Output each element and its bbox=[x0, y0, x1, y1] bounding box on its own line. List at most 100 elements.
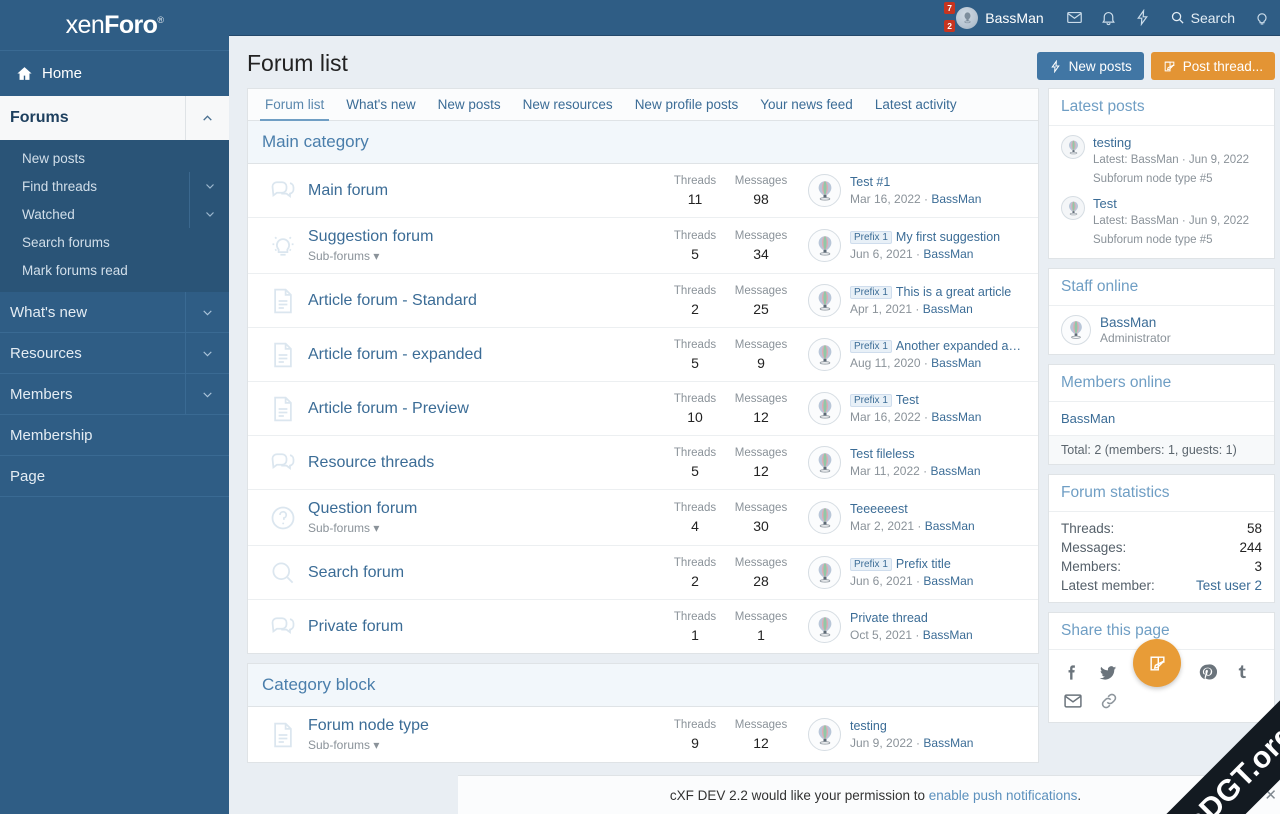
sidebar-item-find-threads[interactable]: Find threads bbox=[0, 172, 229, 200]
last-post-title[interactable]: Private thread bbox=[850, 611, 973, 625]
avatar[interactable] bbox=[808, 501, 841, 534]
email-icon[interactable] bbox=[1063, 691, 1083, 711]
link-icon[interactable] bbox=[1099, 691, 1119, 711]
tab-latest-activity[interactable]: Latest activity bbox=[864, 89, 968, 120]
twitter-icon[interactable] bbox=[1098, 663, 1118, 683]
new-posts-button[interactable]: New posts bbox=[1036, 52, 1144, 80]
search-button[interactable]: Search bbox=[1160, 10, 1245, 26]
avatar[interactable] bbox=[808, 718, 841, 751]
last-post-author[interactable]: BassMan bbox=[923, 302, 973, 316]
floating-compose-button[interactable] bbox=[1133, 639, 1181, 687]
facebook-icon[interactable] bbox=[1063, 663, 1082, 682]
bolt-icon[interactable] bbox=[1126, 0, 1160, 36]
sidebar-item-home[interactable]: Home bbox=[0, 50, 229, 96]
sidebar-item-page[interactable]: Page bbox=[0, 456, 229, 497]
forum-title-link[interactable]: Article forum - Standard bbox=[308, 292, 662, 310]
sidebar-section-forums[interactable]: Forums bbox=[0, 96, 229, 140]
lightbulb-icon[interactable] bbox=[1245, 0, 1279, 36]
avatar[interactable] bbox=[808, 174, 841, 207]
post-thread-button[interactable]: Post thread... bbox=[1150, 52, 1275, 80]
thread-prefix-badge[interactable]: Prefix 1 bbox=[850, 340, 892, 353]
forum-row[interactable]: Article forum - expanded Threads 5 Messages… bbox=[248, 328, 1038, 382]
last-post-author[interactable]: BassMan bbox=[923, 247, 973, 261]
forum-row[interactable]: Article forum - Preview Threads 10 Messages… bbox=[248, 382, 1038, 436]
latest-member-link[interactable]: Test user 2 bbox=[1196, 578, 1262, 593]
category-title[interactable]: Category block bbox=[248, 663, 1038, 707]
forum-title-link[interactable]: Main forum bbox=[308, 182, 662, 200]
chevron-down-icon[interactable] bbox=[185, 373, 229, 415]
close-icon[interactable]: ✕ bbox=[1264, 786, 1277, 804]
forum-row[interactable]: Search forum Threads 2 Messages 28 Prefix 1 Pr… bbox=[248, 546, 1038, 600]
account-menu[interactable]: 7 2 BassMan bbox=[944, 1, 1044, 32]
forum-row[interactable]: Private forum Threads 1 Messages 1 Private th… bbox=[248, 600, 1038, 653]
widget-forum-statistics-title[interactable]: Forum statistics bbox=[1049, 475, 1274, 512]
latest-post-title[interactable]: Test bbox=[1093, 196, 1249, 211]
tab-new-resources[interactable]: New resources bbox=[512, 89, 624, 120]
latest-post-title[interactable]: testing bbox=[1093, 135, 1249, 150]
last-post-title[interactable]: Teeeeeest bbox=[850, 502, 975, 516]
avatar[interactable] bbox=[808, 229, 841, 262]
chevron-down-icon[interactable] bbox=[185, 291, 229, 333]
last-post-title[interactable]: Prefix 1 Prefix title bbox=[850, 557, 973, 571]
avatar[interactable] bbox=[808, 338, 841, 371]
tumblr-icon[interactable] bbox=[1233, 663, 1250, 682]
last-post-title[interactable]: Prefix 1 This is a great article bbox=[850, 285, 1011, 299]
last-post-author[interactable]: BassMan bbox=[925, 519, 975, 533]
category-title[interactable]: Main category bbox=[248, 121, 1038, 164]
staff-online-name[interactable]: BassMan bbox=[1100, 315, 1171, 330]
list-item[interactable]: testing Latest: BassMan · Jun 9, 2022 Su… bbox=[1061, 135, 1262, 187]
chevron-down-icon[interactable] bbox=[189, 172, 229, 200]
sidebar-item-members[interactable]: Members bbox=[0, 373, 229, 415]
forum-row[interactable]: Article forum - Standard Threads 2 Messages… bbox=[248, 274, 1038, 328]
tab-forum-list[interactable]: Forum list bbox=[254, 89, 335, 121]
last-post-author[interactable]: BassMan bbox=[931, 356, 981, 370]
forum-row[interactable]: Main forum Threads 11 Messages 98 Test #1 Mar … bbox=[248, 164, 1038, 218]
sidebar-item-membership[interactable]: Membership bbox=[0, 415, 229, 456]
sidebar-item-search-forums[interactable]: Search forums bbox=[0, 228, 229, 256]
sidebar-item-watched[interactable]: Watched bbox=[0, 200, 229, 228]
widget-members-online-title[interactable]: Members online bbox=[1049, 365, 1274, 402]
last-post-title[interactable]: Test fileless bbox=[850, 447, 981, 461]
forum-title-link[interactable]: Forum node type bbox=[308, 717, 662, 735]
forum-row[interactable]: Forum node type Sub-forums ▾ Threads 9 Messa… bbox=[248, 707, 1038, 762]
forum-row[interactable]: Question forum Sub-forums ▾ Threads 4 Messag… bbox=[248, 490, 1038, 546]
subforums-toggle[interactable]: Sub-forums ▾ bbox=[308, 738, 662, 752]
last-post-author[interactable]: BassMan bbox=[930, 464, 980, 478]
chevron-down-icon[interactable] bbox=[185, 332, 229, 374]
last-post-title[interactable]: Test #1 bbox=[850, 175, 981, 189]
avatar[interactable] bbox=[808, 392, 841, 425]
tab-whats-new[interactable]: What's new bbox=[335, 89, 426, 120]
bell-icon[interactable] bbox=[1092, 0, 1126, 36]
pinterest-icon[interactable] bbox=[1198, 663, 1217, 682]
sidebar-item-whats-new[interactable]: What's new bbox=[0, 291, 229, 333]
forum-title-link[interactable]: Search forum bbox=[308, 564, 662, 582]
subforums-toggle[interactable]: Sub-forums ▾ bbox=[308, 521, 662, 535]
chevron-up-icon[interactable] bbox=[185, 96, 229, 140]
tab-new-posts[interactable]: New posts bbox=[427, 89, 512, 120]
list-item[interactable]: BassMan Administrator bbox=[1061, 314, 1262, 345]
last-post-title[interactable]: Prefix 1 Another expanded article bbox=[850, 339, 1024, 353]
envelope-icon[interactable] bbox=[1058, 0, 1092, 36]
last-post-author[interactable]: BassMan bbox=[923, 628, 973, 642]
last-post-title[interactable]: testing bbox=[850, 719, 973, 733]
widget-latest-posts-title[interactable]: Latest posts bbox=[1049, 89, 1274, 126]
forum-row[interactable]: Resource threads Threads 5 Messages 12 Test f… bbox=[248, 436, 1038, 490]
list-item[interactable]: Test Latest: BassMan · Jun 9, 2022 Subfo… bbox=[1061, 196, 1262, 248]
avatar[interactable] bbox=[808, 556, 841, 589]
tab-your-news-feed[interactable]: Your news feed bbox=[749, 89, 864, 120]
avatar[interactable] bbox=[808, 446, 841, 479]
chevron-down-icon[interactable] bbox=[189, 200, 229, 228]
forum-title-link[interactable]: Private forum bbox=[308, 618, 662, 636]
forum-title-link[interactable]: Suggestion forum bbox=[308, 228, 662, 246]
forum-title-link[interactable]: Article forum - Preview bbox=[308, 400, 662, 418]
forum-row[interactable]: Suggestion forum Sub-forums ▾ Threads 5 Mess… bbox=[248, 218, 1038, 274]
brand-logo[interactable]: xenForo® bbox=[0, 0, 229, 50]
last-post-author[interactable]: BassMan bbox=[923, 574, 973, 588]
widget-staff-online-title[interactable]: Staff online bbox=[1049, 269, 1274, 306]
forum-title-link[interactable]: Article forum - expanded bbox=[308, 346, 662, 364]
subforums-toggle[interactable]: Sub-forums ▾ bbox=[308, 249, 662, 263]
thread-prefix-badge[interactable]: Prefix 1 bbox=[850, 231, 892, 244]
last-post-author[interactable]: BassMan bbox=[931, 192, 981, 206]
member-online-name[interactable]: BassMan bbox=[1061, 411, 1262, 426]
last-post-title[interactable]: Prefix 1 My first suggestion bbox=[850, 230, 1000, 244]
